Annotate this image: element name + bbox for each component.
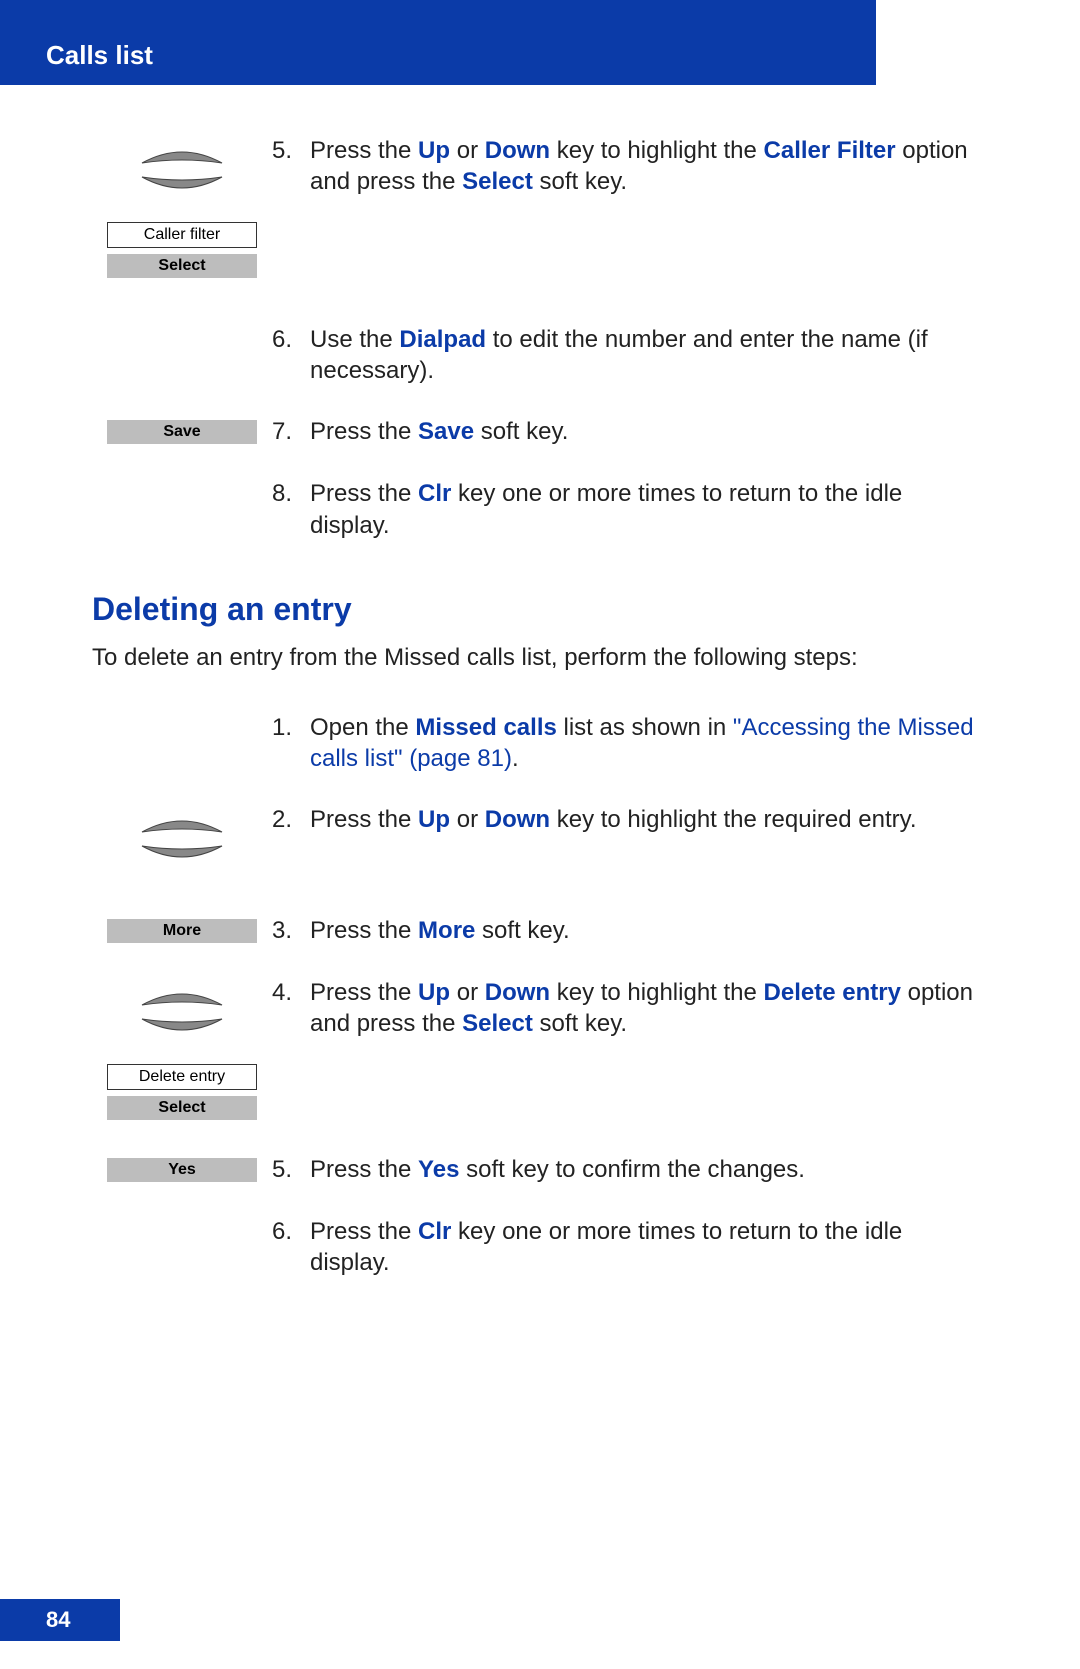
up-down-nav-icon [122,135,242,205]
step-number: 1. [272,712,310,774]
step-number: 8. [272,478,310,540]
section-heading: Deleting an entry [92,591,988,628]
step-text: Open the Missed calls list as shown in "… [310,712,988,774]
step-text: Press the Up or Down key to highlight th… [310,135,988,197]
more-soft-key: More [107,919,257,943]
header-title: Calls list [46,40,153,70]
step-number: 6. [272,324,310,386]
step-text: Press the Clr key one or more times to r… [310,478,988,540]
page-header: Calls list [0,0,876,85]
page-number: 84 [0,1599,120,1641]
main-content: Caller filter Select 5. Press the Up or … [92,135,988,1279]
step-text: Press the More soft key. [310,915,988,946]
step-number: 5. [272,1154,310,1185]
select-soft-key: Select [107,254,257,278]
step-text: Press the Yes soft key to confirm the ch… [310,1154,988,1185]
step-text: Use the Dialpad to edit the number and e… [310,324,988,386]
delete-entry-menu-item: Delete entry [107,1064,257,1090]
step-text: Press the Save soft key. [310,416,988,447]
step-text: Press the Up or Down key to highlight th… [310,804,988,835]
yes-soft-key: Yes [107,1158,257,1182]
up-down-nav-icon [122,804,242,874]
step-number: 5. [272,135,310,197]
caller-filter-menu-item: Caller filter [107,222,257,248]
step-number: 3. [272,915,310,946]
save-soft-key: Save [107,420,257,444]
select-soft-key: Select [107,1096,257,1120]
section-intro: To delete an entry from the Missed calls… [92,644,988,672]
up-down-nav-icon [122,977,242,1047]
step-number: 2. [272,804,310,835]
step-text: Press the Up or Down key to highlight th… [310,977,988,1039]
step-text: Press the Clr key one or more times to r… [310,1216,988,1278]
step-number: 7. [272,416,310,447]
step-number: 6. [272,1216,310,1278]
step-number: 4. [272,977,310,1039]
